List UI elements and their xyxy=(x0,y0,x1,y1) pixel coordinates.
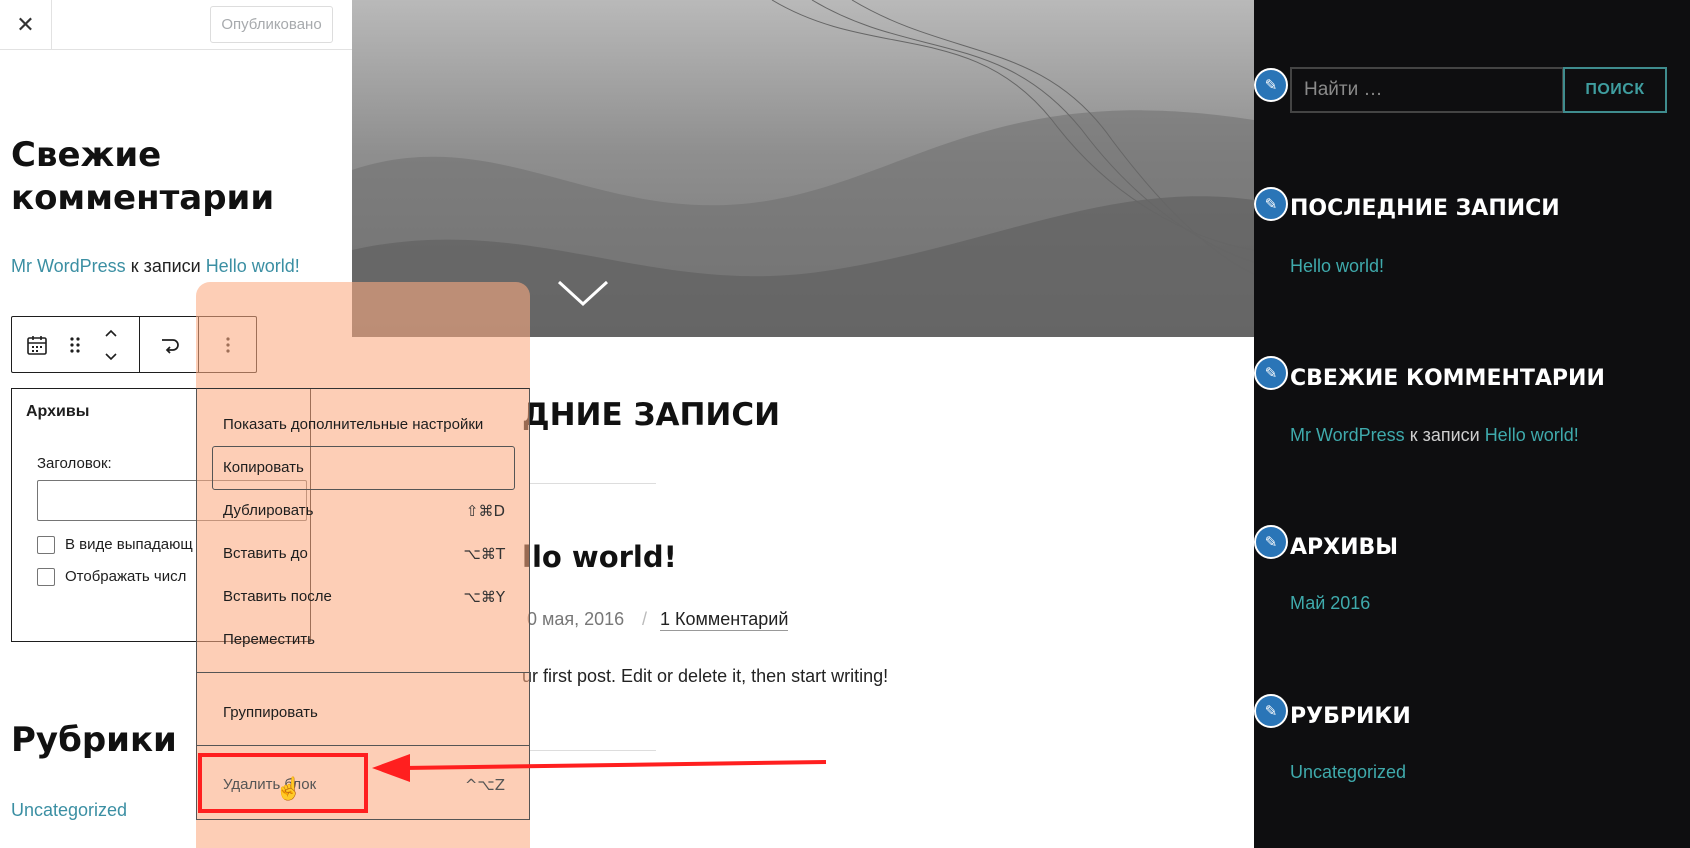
transform-icon[interactable] xyxy=(147,317,193,372)
drag-handle-icon[interactable] xyxy=(62,317,88,372)
show-count-checkbox-label: Отображать числ xyxy=(65,568,187,585)
categories-heading: Рубрики xyxy=(11,720,177,760)
comment-post-link[interactable]: Hello world! xyxy=(1485,425,1579,445)
menu-item-move[interactable]: Переместить xyxy=(223,631,315,648)
recent-posts-heading: ПОСЛЕДНИЕ ЗАПИСИ xyxy=(1290,196,1560,221)
annotation-arrow-icon xyxy=(372,754,827,782)
recent-comments-heading: СВЕЖИЕ КОММЕНТАРИИ xyxy=(1290,366,1605,391)
post-title[interactable]: llo world! xyxy=(522,540,677,574)
edit-pencil-icon[interactable]: ✎ xyxy=(1254,187,1288,221)
archives-block-title: Архивы xyxy=(26,403,90,420)
post-date: 0 мая, 2016 xyxy=(527,609,625,629)
comment-post-link[interactable]: Hello world! xyxy=(206,256,300,276)
move-up-down-icon[interactable] xyxy=(98,317,124,372)
menu-item-duplicate[interactable]: Дублировать xyxy=(223,502,313,519)
duplicate-shortcut: ⇧⌘D xyxy=(465,502,505,520)
recent-post-link[interactable]: Hello world! xyxy=(1290,256,1384,277)
insert-before-shortcut: ⌥⌘T xyxy=(463,545,505,563)
comments-link[interactable]: 1 Комментарий xyxy=(660,609,789,631)
meta-separator: / xyxy=(642,609,648,629)
section-title: ДНИЕ ЗАПИСИ xyxy=(522,397,781,433)
close-icon: ✕ xyxy=(16,12,35,38)
comment-connector: к записи xyxy=(1404,425,1485,445)
show-count-checkbox[interactable] xyxy=(37,568,55,586)
menu-item-show-more-settings[interactable]: Показать дополнительные настройки xyxy=(223,416,483,433)
menu-divider xyxy=(197,672,529,673)
menu-item-insert-before[interactable]: Вставить до xyxy=(223,545,308,562)
category-link[interactable]: Uncategorized xyxy=(1290,762,1406,783)
search-input[interactable]: Найти … xyxy=(1290,67,1564,113)
comment-author-link[interactable]: Mr WordPress xyxy=(1290,425,1405,445)
close-button[interactable]: ✕ xyxy=(0,0,52,50)
customizer-header: ✕ Опубликовано xyxy=(0,0,352,50)
comment-entry: Mr WordPress к записи Hello world! xyxy=(11,256,300,277)
published-button[interactable]: Опубликовано xyxy=(210,6,333,43)
comment-author-link[interactable]: Mr WordPress xyxy=(11,256,126,276)
divider xyxy=(530,483,656,484)
edit-pencil-icon[interactable]: ✎ xyxy=(1254,694,1288,728)
comment-connector: к записи xyxy=(125,256,206,276)
recent-comments-heading: Свежие комментарии xyxy=(11,135,275,218)
category-link[interactable]: Uncategorized xyxy=(11,800,127,821)
dropdown-checkbox-label: В виде выпадающ xyxy=(65,536,193,553)
edit-pencil-icon[interactable]: ✎ xyxy=(1254,525,1288,559)
chevron-down-icon[interactable] xyxy=(557,280,609,313)
search-button[interactable]: ПОИСК xyxy=(1563,67,1667,113)
edit-pencil-icon[interactable]: ✎ xyxy=(1254,356,1288,390)
archives-heading: АРХИВЫ xyxy=(1290,535,1399,560)
title-field-label: Заголовок: xyxy=(37,455,112,472)
menu-divider xyxy=(197,745,529,746)
categories-heading: РУБРИКИ xyxy=(1290,704,1411,729)
sidebar: ✎ Найти … ПОИСК ✎ ПОСЛЕДНИЕ ЗАПИСИ Hello… xyxy=(1254,0,1690,848)
menu-item-copy[interactable]: Копировать xyxy=(223,459,304,476)
post-excerpt: ur first post. Edit or delete it, then s… xyxy=(522,666,889,686)
edit-pencil-icon[interactable]: ✎ xyxy=(1254,68,1288,102)
menu-item-insert-after[interactable]: Вставить после xyxy=(223,588,332,605)
archive-link[interactable]: Май 2016 xyxy=(1290,593,1370,614)
menu-item-group[interactable]: Группировать xyxy=(223,704,318,721)
hand-cursor-icon: ☝ xyxy=(275,776,303,801)
calendar-icon[interactable] xyxy=(22,317,52,372)
sidebar-comment-entry: Mr WordPress к записи Hello world! xyxy=(1290,425,1579,446)
dropdown-checkbox[interactable] xyxy=(37,536,55,554)
insert-after-shortcut: ⌥⌘Y xyxy=(463,588,505,606)
